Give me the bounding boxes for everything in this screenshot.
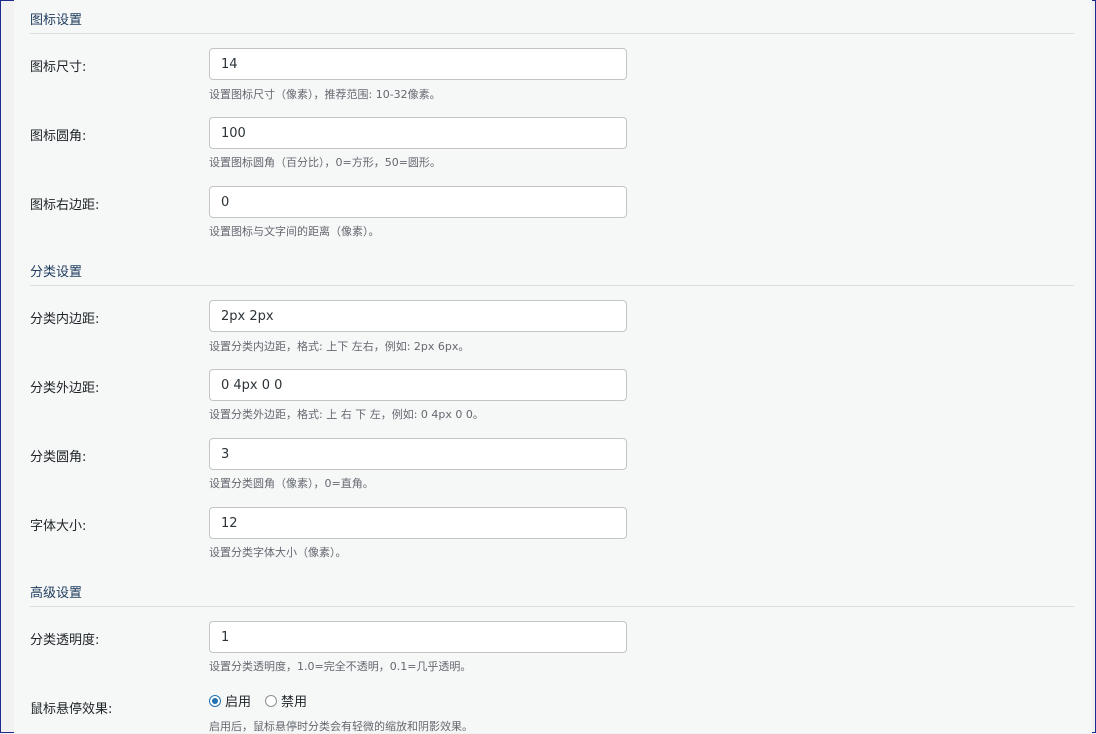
radio-enable[interactable] — [209, 694, 221, 707]
icon-radius-description: 设置图标圆角（百分比），0=方形，50=圆形。 — [209, 156, 441, 169]
icon-margin-label: 图标右边距: — [30, 198, 100, 213]
icon-margin-input[interactable] — [209, 186, 627, 218]
category-margin-input[interactable] — [209, 369, 627, 401]
section-title-category-settings: 分类设置 — [30, 265, 83, 280]
hover-effect-description: 启用后，鼠标悬停时分类会有轻微的缩放和阴影效果。 — [209, 720, 473, 733]
category-radius-input[interactable] — [209, 438, 627, 470]
section-divider — [30, 606, 1074, 607]
category-opacity-input[interactable] — [209, 621, 627, 653]
hover-effect-radio-group: 启用 禁用 — [209, 691, 321, 710]
category-radius-description: 设置分类圆角（像素），0=直角。 — [209, 477, 374, 490]
radio-disable[interactable] — [265, 694, 278, 707]
font-size-input[interactable] — [209, 507, 627, 539]
settings-panel: 图标设置 图标尺寸: 设置图标尺寸（像素），推荐范围: 10-32像素。 图标圆… — [14, 0, 1092, 733]
category-margin-description: 设置分类外边距，格式: 上 右 下 左，例如: 0 4px 0 0。 — [209, 408, 484, 421]
category-padding-label: 分类内边距: — [30, 312, 100, 327]
section-divider — [30, 285, 1074, 286]
hover-effect-disable-option[interactable]: 禁用 — [265, 691, 307, 710]
radio-enable-label: 启用 — [225, 695, 252, 710]
icon-size-label: 图标尺寸: — [30, 60, 87, 75]
hover-effect-label: 鼠标悬停效果: — [30, 702, 113, 717]
icon-radius-input[interactable] — [209, 117, 627, 149]
category-padding-description: 设置分类内边距，格式: 上下 左右，例如: 2px 6px。 — [209, 340, 470, 353]
hover-effect-enable-option[interactable]: 启用 — [209, 691, 251, 710]
category-opacity-description: 设置分类透明度，1.0=完全不透明，0.1=几乎透明。 — [209, 660, 472, 673]
category-radius-label: 分类圆角: — [30, 450, 87, 465]
section-title-icon-settings: 图标设置 — [30, 13, 83, 28]
category-opacity-label: 分类透明度: — [30, 633, 100, 648]
icon-size-description: 设置图标尺寸（像素），推荐范围: 10-32像素。 — [209, 88, 441, 101]
font-size-description: 设置分类字体大小（像素）。 — [209, 546, 347, 559]
icon-margin-description: 设置图标与文字间的距离（像素）。 — [209, 225, 380, 238]
font-size-label: 字体大小: — [30, 519, 87, 534]
icon-radius-label: 图标圆角: — [30, 129, 87, 144]
icon-size-input[interactable] — [209, 48, 627, 80]
section-divider — [30, 33, 1074, 34]
section-title-advanced-settings: 高级设置 — [30, 586, 83, 601]
category-margin-label: 分类外边距: — [30, 381, 100, 396]
category-padding-input[interactable] — [209, 300, 627, 332]
radio-disable-label: 禁用 — [281, 695, 308, 710]
